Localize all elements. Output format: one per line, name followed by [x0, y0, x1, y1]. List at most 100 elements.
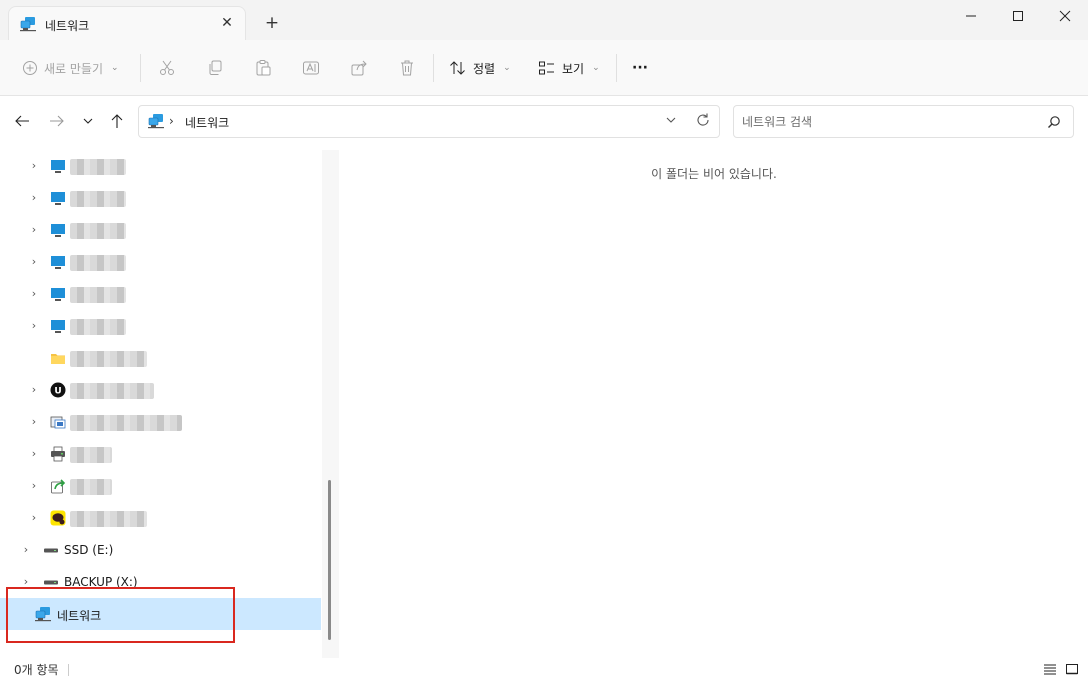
monitor-icon [50, 222, 66, 238]
tab-title: 네트워크 [45, 19, 90, 33]
redacted-label [70, 223, 126, 239]
tree-item-printer[interactable]: › [0, 438, 321, 470]
large-icons-view-icon[interactable] [1063, 660, 1081, 678]
plus-circle-icon [23, 61, 37, 75]
monitor-icon [50, 254, 66, 270]
tree-item-computer[interactable]: › [0, 150, 321, 182]
tree-item-computer[interactable]: › [0, 310, 321, 342]
annotation-highlight [6, 587, 235, 643]
rename-icon [303, 61, 319, 75]
new-button-label: 새로 만들기 [44, 61, 104, 76]
address-bar[interactable]: › 네트워크 [138, 105, 720, 138]
refresh-icon[interactable] [695, 112, 711, 131]
toolbar-divider [140, 54, 141, 82]
paste-button[interactable] [254, 54, 272, 82]
chat-app-icon [50, 510, 66, 526]
title-bar: 네트워크 ✕ + [0, 0, 1088, 40]
sort-button[interactable]: 정렬 ⌄ [449, 54, 511, 82]
share-icon [351, 60, 367, 76]
new-button[interactable]: 새로 만들기 ⌄ [22, 54, 119, 82]
tab-network[interactable]: 네트워크 ✕ [8, 6, 246, 40]
copy-button[interactable] [206, 54, 224, 82]
monitor-icon [50, 190, 66, 206]
close-tab-icon[interactable]: ✕ [219, 15, 235, 31]
tree-item-app[interactable]: › [0, 502, 321, 534]
drive-icon [43, 542, 59, 558]
details-view-icon[interactable] [1041, 660, 1059, 678]
share-button[interactable] [350, 54, 368, 82]
maximize-button[interactable] [995, 0, 1041, 32]
tree-item-computer[interactable]: › [0, 278, 321, 310]
more-options-button[interactable]: ··· [632, 54, 648, 82]
delete-button[interactable] [398, 54, 416, 82]
tree-item-library[interactable]: › [0, 406, 321, 438]
status-divider [68, 664, 69, 676]
chevron-right-icon[interactable]: › [28, 383, 40, 396]
tree-item-computer[interactable]: › [0, 182, 321, 214]
command-bar: 새로 만들기 ⌄ 정렬 ⌄ 보기 ⌄ ··· [0, 40, 1088, 96]
chevron-right-icon[interactable]: › [28, 159, 40, 172]
status-bar: 0개 항목 [0, 658, 1088, 681]
toolbar-divider [433, 54, 434, 82]
up-button[interactable] [106, 110, 128, 132]
search-box[interactable] [733, 105, 1074, 138]
unreal-engine-icon: U [50, 382, 66, 398]
back-button[interactable] [11, 110, 33, 132]
view-icon [539, 61, 554, 75]
chevron-down-icon: ⌄ [503, 63, 511, 73]
view-button[interactable]: 보기 ⌄ [538, 54, 600, 82]
scissors-icon [160, 60, 174, 75]
redacted-label [70, 255, 126, 271]
trash-icon [401, 60, 413, 76]
monitor-icon [50, 286, 66, 302]
redacted-label [70, 159, 126, 175]
item-count: 0개 항목 [14, 663, 59, 677]
tree-item-computer[interactable]: › [0, 214, 321, 246]
sort-icon [450, 61, 465, 75]
chevron-right-icon[interactable]: › [28, 223, 40, 236]
new-tab-button[interactable]: + [262, 12, 282, 34]
scrollbar-thumb[interactable] [328, 480, 331, 640]
chevron-right-icon[interactable]: › [28, 319, 40, 332]
cut-button[interactable] [158, 54, 176, 82]
share-icon [50, 478, 66, 494]
search-icon[interactable] [1047, 115, 1061, 132]
monitor-icon [50, 158, 66, 174]
chevron-right-icon[interactable]: › [20, 543, 32, 556]
chevron-right-icon[interactable]: › [28, 191, 40, 204]
close-window-button[interactable] [1042, 0, 1088, 32]
tree-item-share[interactable]: › [0, 470, 321, 502]
chevron-right-icon[interactable]: › [28, 479, 40, 492]
tree-label: SSD (E:) [64, 543, 114, 557]
empty-folder-message: 이 폴더는 비어 있습니다. [651, 167, 777, 181]
file-list-area[interactable]: 이 폴더는 비어 있습니다. [340, 150, 1088, 658]
tree-item-drive-ssd[interactable]: › SSD (E:) [0, 534, 321, 566]
tree-item-app[interactable]: › U [0, 374, 321, 406]
view-label: 보기 [562, 61, 585, 76]
tree-item-computer[interactable]: › [0, 246, 321, 278]
breadcrumb-separator[interactable]: › [169, 114, 174, 128]
chevron-right-icon[interactable]: › [28, 447, 40, 460]
search-input[interactable] [742, 113, 1042, 131]
recent-locations-button[interactable] [77, 110, 99, 132]
tree-item-folder[interactable] [0, 342, 321, 374]
breadcrumb-network[interactable]: 네트워크 [185, 114, 229, 131]
printer-icon [50, 446, 66, 462]
address-dropdown-icon[interactable] [665, 115, 677, 128]
forward-button[interactable] [46, 110, 68, 132]
redacted-label [70, 383, 154, 399]
minimize-button[interactable] [948, 0, 994, 32]
toolbar-divider [616, 54, 617, 82]
clipboard-icon [256, 60, 271, 76]
monitor-icon [50, 318, 66, 334]
chevron-right-icon[interactable]: › [28, 255, 40, 268]
copy-icon [209, 60, 222, 75]
rename-button[interactable] [302, 54, 320, 82]
network-icon [147, 113, 165, 132]
redacted-label [70, 511, 147, 527]
chevron-right-icon[interactable]: › [28, 287, 40, 300]
chevron-right-icon[interactable]: › [28, 511, 40, 524]
library-icon [50, 414, 66, 430]
chevron-right-icon[interactable]: › [28, 415, 40, 428]
chevron-down-icon: ⌄ [111, 63, 119, 73]
